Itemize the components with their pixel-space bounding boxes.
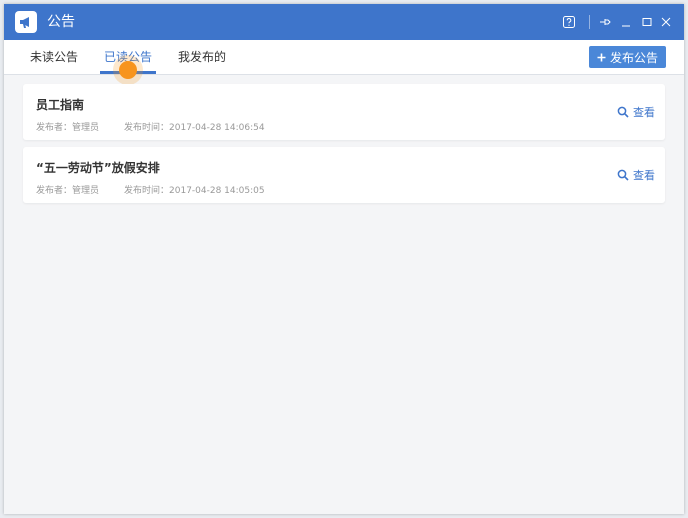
pin-icon[interactable]	[595, 12, 615, 32]
publish-button-label: 发布公告	[609, 50, 658, 65]
notice-title: 员工指南	[36, 98, 85, 112]
maximize-icon[interactable]	[637, 12, 657, 32]
megaphone-icon	[15, 11, 37, 33]
publisher-meta: 发布者：管理员	[36, 183, 99, 196]
time-meta: 发布时间：2017-04-28 14:05:05	[124, 183, 265, 196]
view-button-label: 查看	[633, 169, 655, 182]
time-value: 2017-04-28 14:05:05	[169, 186, 265, 196]
publisher-label: 发布者：	[36, 186, 73, 196]
view-button[interactable]: 查看	[617, 104, 655, 120]
publisher-value: 管理员	[72, 186, 100, 196]
publisher-meta: 发布者：管理员	[36, 120, 99, 133]
close-icon[interactable]	[656, 12, 676, 32]
view-button-label: 查看	[633, 106, 655, 119]
publisher-value: 管理员	[72, 123, 100, 133]
window-title: 公告	[47, 14, 75, 30]
notice-window: 公告 未读公告 已读公告 我发布的 发布公告 员工指南 发布者：管理员 发布时间	[4, 4, 684, 514]
search-icon	[617, 106, 629, 118]
title-separator	[589, 15, 590, 29]
pointer-cursor	[119, 61, 137, 79]
publisher-label: 发布者：	[36, 123, 73, 133]
notice-title: “五一劳动节”放假安排	[36, 161, 160, 175]
time-label: 发布时间：	[124, 186, 170, 196]
plus-icon	[597, 53, 606, 61]
help-icon[interactable]	[559, 12, 579, 32]
tab-unread[interactable]: 未读公告	[26, 40, 82, 74]
search-icon	[617, 169, 629, 181]
time-meta: 发布时间：2017-04-28 14:06:54	[124, 120, 265, 133]
notice-card[interactable]: 员工指南 发布者：管理员 发布时间：2017-04-28 14:06:54 查看	[23, 84, 665, 140]
tab-bar: 未读公告 已读公告 我发布的 发布公告	[4, 40, 684, 75]
minimize-icon[interactable]	[616, 12, 636, 32]
tab-my-published[interactable]: 我发布的	[174, 40, 230, 74]
title-bar: 公告	[4, 4, 684, 40]
publish-button[interactable]: 发布公告	[589, 46, 666, 68]
time-label: 发布时间：	[124, 123, 170, 133]
notice-card[interactable]: “五一劳动节”放假安排 发布者：管理员 发布时间：2017-04-28 14:0…	[23, 147, 665, 203]
time-value: 2017-04-28 14:06:54	[169, 123, 265, 133]
view-button[interactable]: 查看	[617, 167, 655, 183]
